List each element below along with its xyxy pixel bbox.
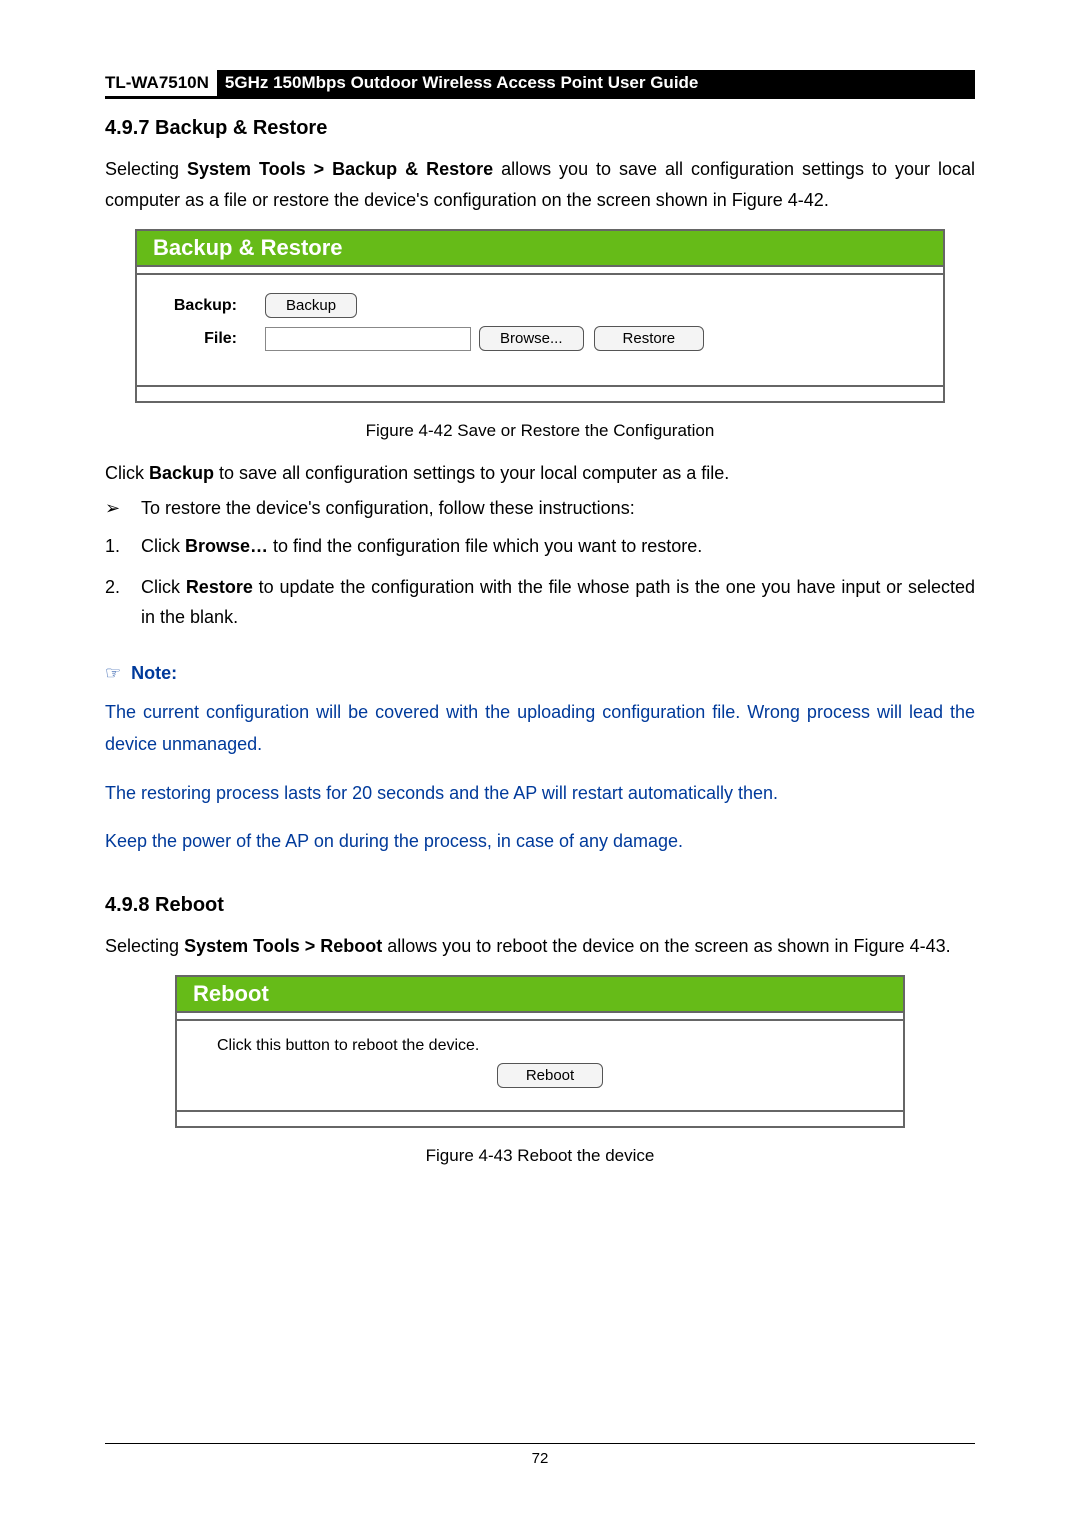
step-text: Click Browse… to find the configuration …	[141, 531, 702, 562]
text: allows you to reboot the device on the s…	[382, 936, 950, 956]
text: to update the configuration with the fil…	[141, 577, 975, 628]
page-number: 72	[532, 1450, 549, 1467]
text-bold: Restore	[186, 577, 253, 597]
restore-instructions-bullet: ➢ To restore the device's configuration,…	[105, 498, 975, 519]
section-heading-backup: 4.9.7 Backup & Restore	[105, 117, 975, 140]
text: To restore the device's configuration, f…	[141, 498, 635, 519]
restore-button[interactable]: Restore	[594, 326, 705, 351]
hand-icon: ☞	[105, 663, 121, 683]
text: to save all configuration settings to yo…	[214, 463, 729, 483]
note-p3: Keep the power of the AP on during the p…	[105, 825, 975, 857]
text-bold: System Tools > Reboot	[184, 936, 382, 956]
page-footer: 72	[105, 1443, 975, 1467]
step-2: 2. Click Restore to update the configura…	[105, 572, 975, 633]
label-backup: Backup:	[147, 297, 265, 315]
reboot-instruction-text: Click this button to reboot the device.	[217, 1037, 893, 1055]
backup-button[interactable]: Backup	[265, 293, 357, 318]
section-heading-reboot: 4.9.8 Reboot	[105, 894, 975, 917]
step-number: 2.	[105, 572, 141, 633]
browse-button[interactable]: Browse...	[479, 326, 584, 351]
figure-caption-42: Figure 4-42 Save or Restore the Configur…	[105, 421, 975, 441]
doc-title: 5GHz 150Mbps Outdoor Wireless Access Poi…	[217, 70, 975, 96]
reboot-panel: Reboot Click this button to reboot the d…	[175, 975, 905, 1128]
note-p1: The current configuration will be covere…	[105, 696, 975, 761]
panel-body: Click this button to reboot the device. …	[177, 1021, 903, 1110]
panel-divider	[137, 265, 943, 275]
note-heading: ☞ Note:	[105, 663, 975, 684]
text: Click	[141, 577, 186, 597]
label-file: File:	[147, 330, 265, 348]
figure-caption-43: Figure 4-43 Reboot the device	[105, 1146, 975, 1166]
text: Selecting	[105, 159, 187, 179]
backup-intro-paragraph: Selecting System Tools > Backup & Restor…	[105, 154, 975, 215]
reboot-button[interactable]: Reboot	[497, 1063, 603, 1088]
panel-body: Backup: Backup File: Browse... Restore	[137, 275, 943, 385]
click-backup-line: Click Backup to save all configuration s…	[105, 463, 975, 484]
backup-restore-panel: Backup & Restore Backup: Backup File: Br…	[135, 229, 945, 403]
reboot-intro-paragraph: Selecting System Tools > Reboot allows y…	[105, 931, 975, 962]
text: to find the configuration file which you…	[268, 536, 702, 556]
model-badge: TL-WA7510N	[105, 70, 217, 96]
arrow-icon: ➢	[105, 498, 141, 519]
text-bold: Browse…	[185, 536, 268, 556]
note-p2: The restoring process lasts for 20 secon…	[105, 777, 975, 809]
row-backup: Backup: Backup	[147, 293, 933, 318]
panel-title: Reboot	[177, 977, 903, 1011]
file-path-input[interactable]	[265, 327, 471, 351]
text-bold: Backup	[149, 463, 214, 483]
row-file: File: Browse... Restore	[147, 326, 933, 351]
doc-header: TL-WA7510N 5GHz 150Mbps Outdoor Wireless…	[105, 70, 975, 99]
text: Selecting	[105, 936, 184, 956]
note-label: Note:	[131, 663, 177, 683]
step-text: Click Restore to update the configuratio…	[141, 572, 975, 633]
panel-divider	[177, 1011, 903, 1021]
text: Click	[105, 463, 149, 483]
step-1: 1. Click Browse… to find the configurati…	[105, 531, 975, 562]
reboot-button-wrap: Reboot	[217, 1055, 893, 1092]
step-number: 1.	[105, 531, 141, 562]
text-bold: System Tools > Backup & Restore	[187, 159, 493, 179]
panel-footer	[137, 385, 943, 401]
panel-title: Backup & Restore	[137, 231, 943, 265]
panel-footer	[177, 1110, 903, 1126]
text: Click	[141, 536, 185, 556]
